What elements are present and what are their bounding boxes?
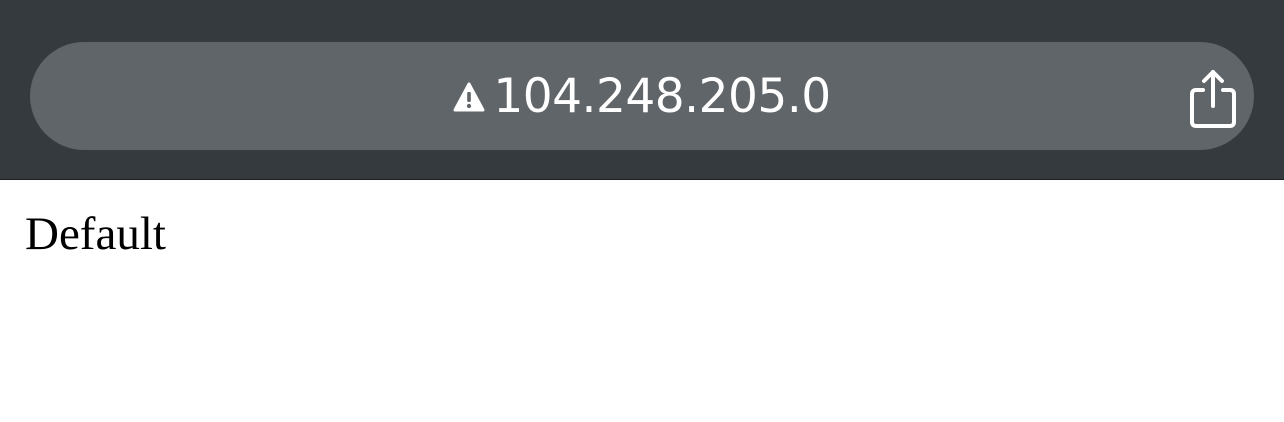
address-bar-content[interactable]: 104.248.205.0 [30, 42, 1254, 150]
browser-toolbar: 104.248.205.0 [0, 0, 1284, 180]
share-icon [1190, 70, 1236, 128]
share-button[interactable] [1180, 66, 1246, 132]
page-text: Default [25, 208, 166, 260]
page-content: Default [0, 181, 1284, 422]
warning-icon [453, 82, 485, 112]
url-text[interactable]: 104.248.205.0 [493, 73, 831, 120]
address-bar[interactable]: 104.248.205.0 [30, 42, 1254, 150]
